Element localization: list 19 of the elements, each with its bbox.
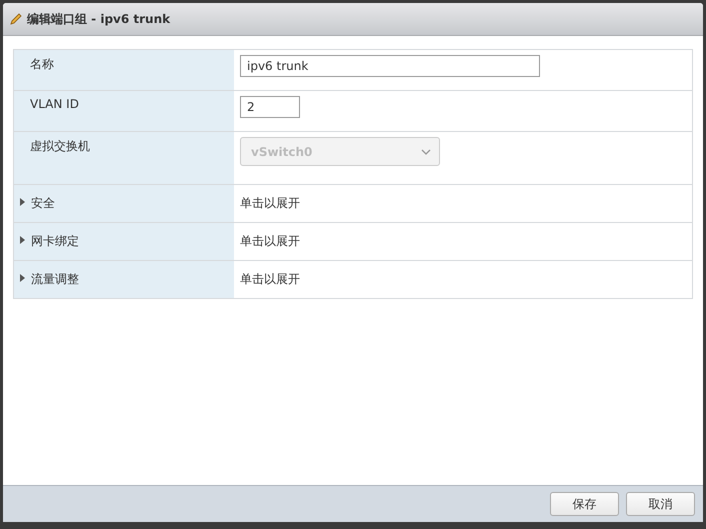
expand-hint: 单击以展开 [240, 233, 300, 250]
field-label[interactable]: 流量调整 [31, 271, 79, 288]
pencil-icon [9, 12, 23, 26]
field-label: 名称 [30, 56, 54, 73]
save-button[interactable]: 保存 [550, 492, 619, 516]
vlan-id-field[interactable]: 2 [240, 96, 300, 118]
field-label[interactable]: 安全 [31, 195, 55, 212]
caret-right-icon[interactable] [20, 236, 25, 244]
expand-hint: 单击以展开 [240, 195, 300, 212]
cancel-button[interactable]: 取消 [626, 492, 695, 516]
caret-right-icon[interactable] [20, 198, 25, 206]
chevron-down-icon [421, 148, 431, 154]
window-title: 编辑端口组 - ipv6 trunk [27, 10, 170, 28]
name-field[interactable]: ipv6 trunk [240, 55, 540, 77]
field-label: 虚拟交换机 [30, 138, 90, 155]
field-label: VLAN ID [30, 97, 79, 111]
caret-right-icon[interactable] [20, 274, 25, 282]
field-label[interactable]: 网卡绑定 [31, 233, 79, 250]
expand-hint: 单击以展开 [240, 271, 300, 288]
